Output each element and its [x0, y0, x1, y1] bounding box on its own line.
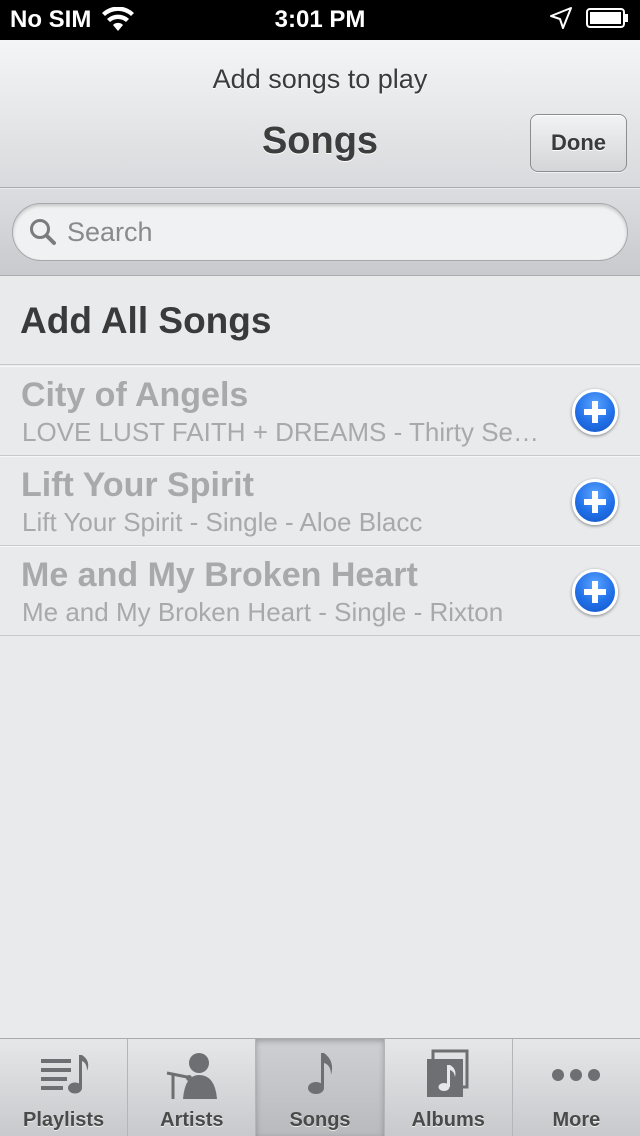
nav-prompt: Add songs to play: [212, 64, 428, 94]
tab-label: More: [552, 1109, 601, 1131]
tab-songs[interactable]: Songs: [256, 1039, 385, 1136]
location-arrow-icon: [550, 7, 572, 29]
tab-label: Playlists: [23, 1109, 105, 1131]
tab-label: Albums: [411, 1109, 485, 1131]
search-bar: [0, 189, 640, 276]
playlists-icon: [40, 1055, 88, 1094]
song-row[interactable]: Me and My Broken Heart Me and My Broken …: [0, 546, 640, 636]
song-title: Lift Your Spirit: [21, 466, 254, 504]
add-song-button[interactable]: [572, 569, 618, 615]
tab-bar: Playlists Artists Songs Albums More: [0, 1038, 640, 1136]
status-bar: No SIM 3:01 PM: [0, 0, 640, 40]
done-button[interactable]: Done: [530, 114, 627, 172]
battery-icon: [586, 8, 628, 28]
more-icon: [552, 1069, 601, 1081]
clock: 3:01 PM: [274, 6, 366, 33]
tab-playlists[interactable]: Playlists: [0, 1039, 129, 1136]
artists-icon: [166, 1053, 217, 1099]
song-subtitle: Me and My Broken Heart - Single - Rixton: [22, 597, 504, 627]
song-row[interactable]: City of Angels LOVE LUST FAITH + DREAMS …: [0, 366, 640, 456]
navigation-bar: Add songs to play Songs Done: [0, 40, 640, 188]
song-subtitle: Lift Your Spirit - Single - Aloe Blacc: [22, 507, 423, 537]
plus-icon: [584, 491, 606, 513]
add-all-songs-label: Add All Songs: [20, 299, 272, 341]
search-input[interactable]: [67, 216, 587, 248]
search-icon: [30, 219, 56, 245]
albums-icon: [427, 1049, 469, 1097]
song-title: Me and My Broken Heart: [21, 556, 418, 594]
song-subtitle: LOVE LUST FAITH + DREAMS - Thirty Second…: [22, 417, 542, 447]
song-list: City of Angels LOVE LUST FAITH + DREAMS …: [0, 366, 640, 636]
tab-label: Songs: [289, 1109, 351, 1131]
add-all-songs-row[interactable]: Add All Songs: [0, 277, 640, 365]
tab-albums[interactable]: Albums: [385, 1039, 513, 1136]
tab-artists[interactable]: Artists: [128, 1039, 257, 1136]
plus-icon: [584, 401, 606, 423]
song-row[interactable]: Lift Your Spirit Lift Your Spirit - Sing…: [0, 456, 640, 546]
plus-icon: [584, 581, 606, 603]
tab-more[interactable]: More: [513, 1039, 640, 1136]
add-song-button[interactable]: [572, 479, 618, 525]
add-song-button[interactable]: [572, 389, 618, 435]
song-title: City of Angels: [21, 376, 249, 414]
tab-label: Artists: [160, 1109, 224, 1131]
songs-icon: [308, 1053, 333, 1094]
search-field[interactable]: [12, 203, 628, 261]
